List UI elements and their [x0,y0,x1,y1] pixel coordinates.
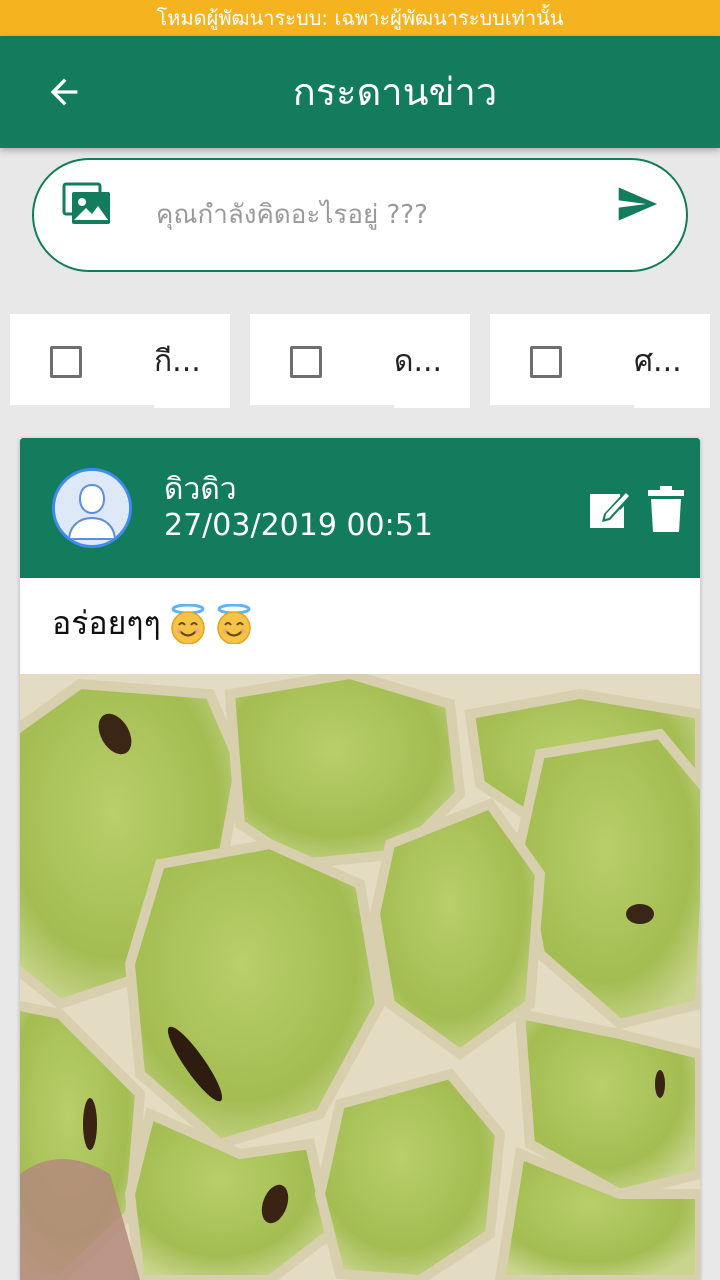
attach-image-button[interactable] [62,182,112,226]
category-label: ศ... [634,344,682,379]
trash-icon [648,486,684,532]
category-label: ด... [394,344,443,379]
smiling-face-with-halo-icon [215,603,253,645]
post-header: ดิวดิว 27/03/2019 00:51 [20,438,700,578]
category-label: กี... [154,344,201,379]
category-checkbox[interactable] [290,346,322,378]
send-icon [618,187,658,221]
default-user-avatar-icon [55,471,129,545]
category-filter[interactable]: กี... [10,314,230,408]
app-bar: กระดานข่าว [0,36,720,148]
category-checkbox[interactable] [530,346,562,378]
avatar[interactable] [52,468,132,548]
delete-post-button[interactable] [648,486,684,532]
post-author: ดิวดิว [164,472,237,507]
send-button[interactable] [614,182,660,226]
post-message: อร่อยๆๆ [52,604,161,642]
page-title: กระดานข่าว [292,70,498,114]
arrow-left-icon [50,78,78,106]
image-gallery-icon [62,182,110,224]
post-input[interactable] [156,190,596,240]
post-text: อร่อยๆๆ [52,598,253,649]
post-card: ดิวดิว 27/03/2019 00:51 อร่อยๆๆ [20,438,700,1280]
category-filter[interactable]: ด... [250,314,470,408]
compose-box [32,158,688,272]
edit-icon [590,490,632,528]
back-button[interactable] [38,64,90,120]
post-timestamp: 27/03/2019 00:51 [164,508,433,543]
developer-mode-banner: โหมดผู้พัฒนาระบบ: เฉพาะผู้พัฒนาระบบเท่าน… [0,0,720,36]
edit-post-button[interactable] [588,486,634,530]
category-filter[interactable]: ศ... [490,314,710,408]
category-checkbox[interactable] [50,346,82,378]
sugar-apple-photo [20,674,700,1280]
post-photo[interactable] [20,674,700,1280]
smiling-face-with-halo-icon [169,603,207,645]
